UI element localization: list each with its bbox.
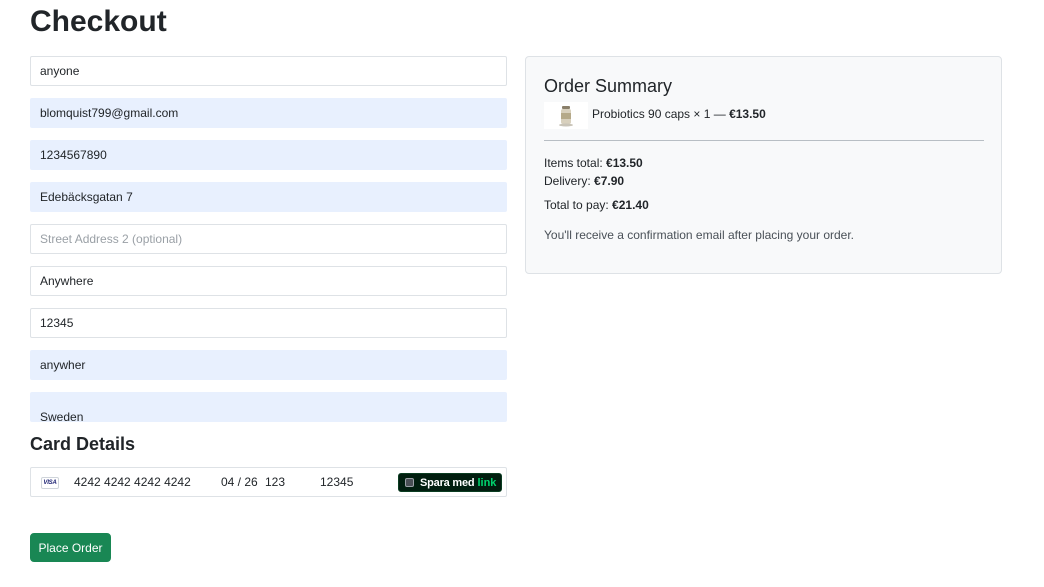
items-total-row: Items total: €13.50	[544, 156, 643, 170]
country-value: Sweden	[40, 410, 84, 422]
delivery-label: Delivery:	[544, 174, 595, 188]
product-bottle-icon	[544, 102, 588, 129]
full-name-value: anyone	[40, 64, 80, 78]
email-field[interactable]: blomquist799@gmail.com	[30, 98, 507, 128]
card-cvc-input[interactable]: 123	[265, 475, 285, 489]
total-value: €21.40	[612, 198, 649, 212]
card-expiry-input[interactable]: 04 / 26	[221, 475, 258, 489]
order-summary: Order Summary Probiotics 90 caps × 1 — €…	[525, 56, 1002, 274]
product-name: Probiotics 90 caps × 1 —	[592, 107, 730, 121]
confirmation-note: You'll receive a confirmation email afte…	[544, 228, 855, 242]
save-with-link-toggle[interactable]: Spara med link	[398, 473, 502, 492]
street-address-field[interactable]: Edebäcksgatan 7	[30, 182, 507, 212]
place-order-button[interactable]: Place Order	[30, 533, 111, 562]
street-address-2-placeholder: Street Address 2 (optional)	[40, 232, 183, 246]
checkout-form: anyone blomquist799@gmail.com 1234567890…	[30, 56, 507, 434]
items-total-label: Items total:	[544, 156, 607, 170]
street-address-value: Edebäcksgatan 7	[40, 190, 133, 204]
delivery-value: €7.90	[594, 174, 625, 188]
city-value: Anywhere	[40, 274, 94, 288]
order-summary-title: Order Summary	[544, 76, 673, 96]
link-checkbox[interactable]	[405, 478, 414, 487]
phone-value: 1234567890	[40, 148, 107, 162]
region-field[interactable]: anywher	[30, 350, 507, 380]
product-price: €13.50	[729, 107, 766, 121]
visa-icon: VISA	[41, 477, 59, 489]
link-save-label: Spara med	[420, 476, 475, 489]
card-postal-input[interactable]: 12345	[320, 475, 353, 489]
street-address-2-field[interactable]: Street Address 2 (optional)	[30, 224, 507, 254]
delivery-row: Delivery: €7.90	[544, 174, 624, 188]
total-row: Total to pay: €21.40	[544, 198, 649, 212]
card-details-heading: Card Details	[30, 434, 136, 454]
items-total-value: €13.50	[606, 156, 643, 170]
summary-divider	[544, 140, 984, 141]
product-line: Probiotics 90 caps × 1 — €13.50	[592, 107, 766, 121]
card-number-input[interactable]: 4242 4242 4242 4242	[74, 475, 191, 489]
card-element[interactable]: VISA 4242 4242 4242 4242 04 / 26 123 123…	[30, 467, 507, 497]
full-name-field[interactable]: anyone	[30, 56, 507, 86]
country-field[interactable]: Sweden	[30, 392, 507, 422]
region-value: anywher	[40, 358, 86, 372]
page-title: Checkout	[30, 5, 167, 38]
city-field[interactable]: Anywhere	[30, 266, 507, 296]
email-value: blomquist799@gmail.com	[40, 106, 179, 120]
postal-code-value: 12345	[40, 316, 74, 330]
link-brand-label: link	[477, 476, 497, 489]
total-label: Total to pay:	[544, 198, 613, 212]
postal-code-field[interactable]: 12345	[30, 308, 507, 338]
phone-field[interactable]: 1234567890	[30, 140, 507, 170]
